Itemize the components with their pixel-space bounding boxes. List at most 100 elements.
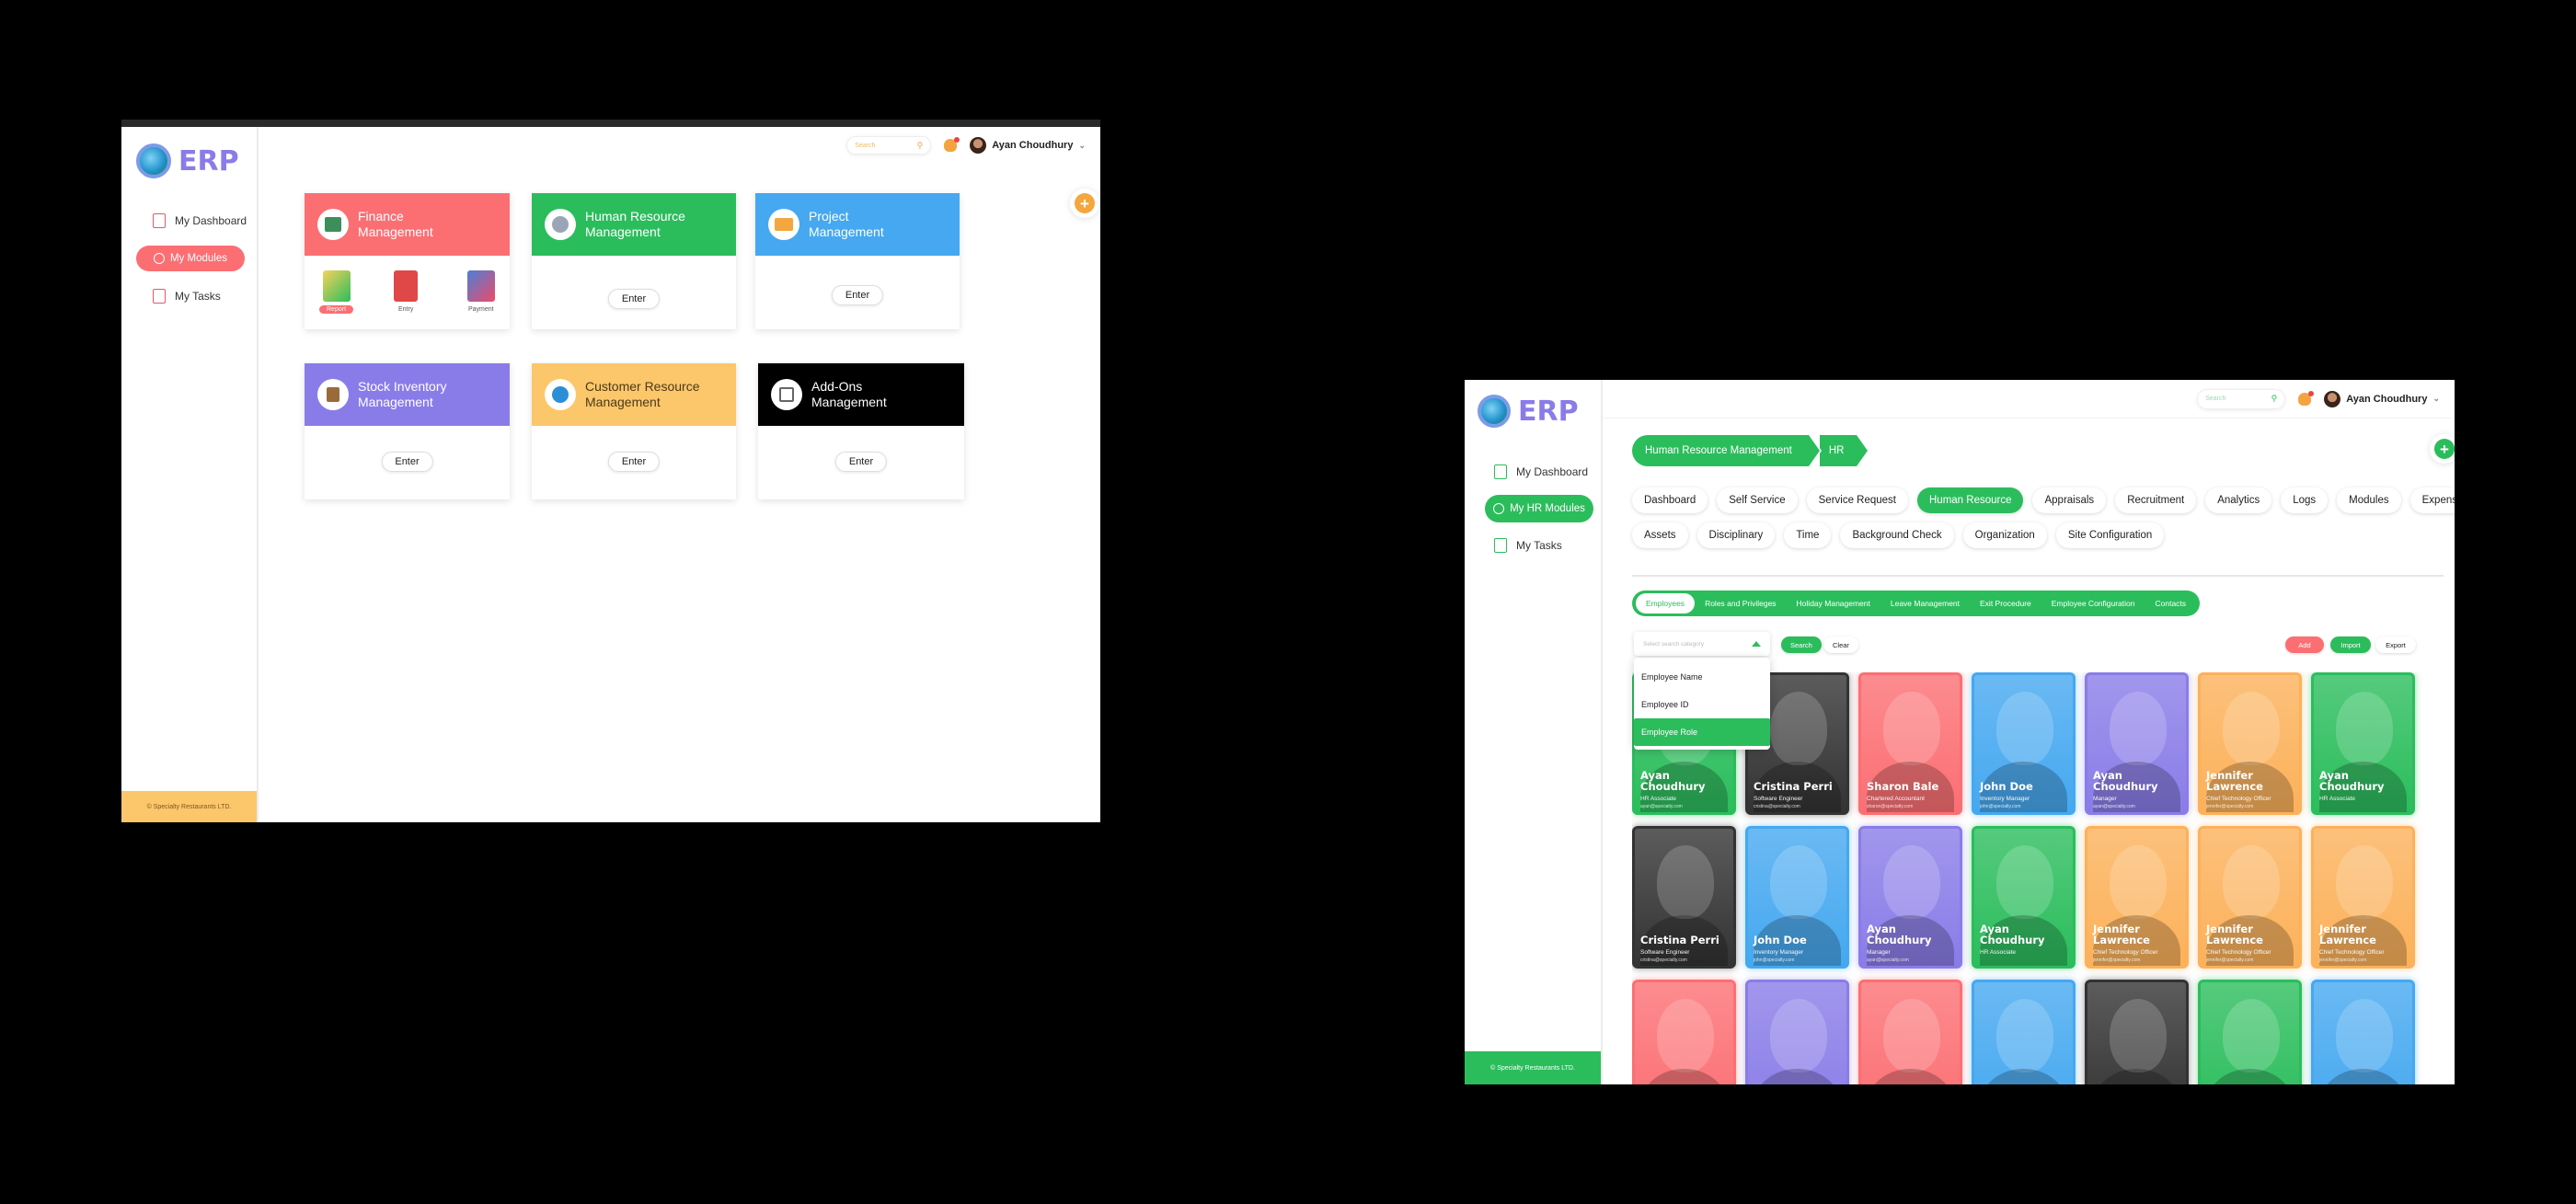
module-title: Project Management: [809, 209, 884, 239]
employee-photo: [2336, 692, 2393, 765]
sub-item-entry[interactable]: Entry: [393, 270, 419, 314]
subtab-employees[interactable]: Employees: [1636, 593, 1696, 613]
dropdown-option[interactable]: Employee ID: [1634, 691, 1770, 718]
subtab-employee-configuration[interactable]: Employee Configuration: [2041, 593, 2145, 613]
add-button[interactable]: Add: [2285, 636, 2324, 653]
employee-card[interactable]: John Doe Inventory Manager john@specialty.…: [1972, 672, 2076, 815]
tab-time[interactable]: Time: [1784, 522, 1832, 548]
employee-card[interactable]: John: [1972, 980, 2076, 1084]
tab-human-resource[interactable]: Human Resource: [1917, 487, 2024, 513]
tab-appraisals[interactable]: Appraisals: [2032, 487, 2107, 513]
enter-button[interactable]: Enter: [831, 285, 884, 305]
employee-card[interactable]: Cristina: [2085, 980, 2189, 1084]
tab-assets[interactable]: Assets: [1632, 522, 1688, 548]
employee-card[interactable]: Jennifer Lawrence Chief Technology Office…: [2198, 672, 2302, 815]
category-select[interactable]: Select search category: [1634, 632, 1770, 656]
tab-analytics[interactable]: Analytics: [2205, 487, 2272, 513]
module-card-header[interactable]: Customer Resource Management: [532, 363, 736, 426]
subtab-leave-management[interactable]: Leave Management: [1880, 593, 1970, 613]
employee-card[interactable]: Ayan Choudhury Manager ayan@specialty.com: [2085, 672, 2189, 815]
top-bar: Search ⚲ Ayan Choudhury ⌄: [1603, 380, 2455, 419]
employee-card[interactable]: Ayan Choudhury HR Associate: [1972, 826, 2076, 969]
module-card-header[interactable]: Project Management: [755, 193, 960, 256]
dropdown-option[interactable]: Employee Name: [1634, 663, 1770, 691]
employee-role: HR Associate: [1980, 949, 2017, 956]
employee-card[interactable]: Jennifer Lawrence Chief Technology Office…: [2311, 826, 2415, 969]
add-fab-button[interactable]: +: [1075, 193, 1095, 213]
employee-card[interactable]: Ayan Choudhury Manager ayan@specialty.com: [1858, 826, 1962, 969]
tab-background-check[interactable]: Background Check: [1840, 522, 1954, 548]
employee-name: Jennifer Lawrence: [2093, 923, 2150, 946]
add-fab-button[interactable]: +: [2434, 439, 2455, 459]
project-icon: [768, 209, 799, 240]
search-box[interactable]: Search ⚲: [2197, 388, 2286, 409]
enter-button[interactable]: Enter: [607, 452, 661, 472]
modules-icon: [154, 253, 165, 264]
employee-card[interactable]: Ayan: [2198, 980, 2302, 1084]
employee-card[interactable]: Jennifer Lawrence Chief Technology Office…: [2085, 826, 2189, 969]
module-card-header[interactable]: Human Resource Management: [532, 193, 736, 256]
breadcrumb-item[interactable]: HR: [1819, 435, 1857, 466]
breadcrumb-item[interactable]: Human Resource Management: [1632, 435, 1809, 466]
search-button[interactable]: Search: [1781, 636, 1822, 653]
export-button[interactable]: Export: [2375, 636, 2416, 653]
module-title: Human Resource Management: [585, 209, 685, 239]
sub-item-payment[interactable]: Payment: [463, 270, 500, 314]
subtab-exit-procedure[interactable]: Exit Procedure: [1970, 593, 2041, 613]
tab-organization[interactable]: Organization: [1962, 522, 2047, 548]
employee-card[interactable]: John Doe Inventory Manager john@specialty.…: [1745, 826, 1849, 969]
tab-self-service[interactable]: Self Service: [1717, 487, 1798, 513]
subtab-holiday-management[interactable]: Holiday Management: [1787, 593, 1880, 613]
tab-logs[interactable]: Logs: [2281, 487, 2329, 513]
module-card-header[interactable]: Add-Ons Management: [758, 363, 964, 426]
sub-item-report[interactable]: Report: [319, 270, 354, 314]
sidebar-item-my-dashboard[interactable]: My Dashboard: [153, 213, 247, 228]
employee-card[interactable]: Sharon Bale Chartered Accountant sharon@sp…: [1858, 672, 1962, 815]
globe-logo-icon: [136, 143, 171, 178]
employee-card[interactable]: Ayan: [1745, 980, 1849, 1084]
tab-service-request[interactable]: Service Request: [1806, 487, 1908, 513]
module-card-header[interactable]: Finance Management: [305, 193, 510, 256]
employee-card[interactable]: John: [2311, 980, 2415, 1084]
dropdown-option[interactable]: Employee Role: [1634, 718, 1770, 746]
tab-expenses[interactable]: Expenses: [2409, 487, 2455, 513]
employee-card[interactable]: Jennifer Lawrence Chief Technology Office…: [2198, 826, 2302, 969]
tab-site-configuration[interactable]: Site Configuration: [2055, 522, 2165, 548]
import-button[interactable]: Import: [2330, 636, 2371, 653]
tab-modules[interactable]: Modules: [2337, 487, 2401, 513]
enter-button[interactable]: Enter: [834, 452, 888, 472]
sidebar-item-my-dashboard[interactable]: My Dashboard: [1494, 464, 1588, 479]
employee-card[interactable]: Sharon: [1632, 980, 1736, 1084]
module-title: Customer Resource Management: [585, 379, 700, 409]
enter-button[interactable]: Enter: [607, 289, 661, 309]
employee-card[interactable]: Sharon: [1858, 980, 1962, 1084]
employee-photo: [1883, 999, 1940, 1072]
module-card-header[interactable]: Stock Inventory Management: [305, 363, 510, 426]
sidebar-item-my-hr-modules[interactable]: My HR Modules: [1485, 495, 1593, 522]
subtab-roles-and-privileges[interactable]: Roles and Privileges: [1695, 593, 1786, 613]
bell-icon[interactable]: [2298, 390, 2315, 406]
subtab-contacts[interactable]: Contacts: [2145, 593, 2197, 613]
search-placeholder: Search: [2205, 396, 2226, 402]
employee-card[interactable]: Cristina Perri Software Engineer cristina@…: [1632, 826, 1736, 969]
sub-item-label: Report: [319, 305, 354, 314]
clear-button[interactable]: Clear: [1823, 636, 1858, 653]
enter-button[interactable]: Enter: [381, 452, 433, 472]
employee-card[interactable]: Ayan Choudhury HR Associate: [2311, 672, 2415, 815]
employee-email: ayan@specialty.com: [1640, 804, 1683, 809]
tab-recruitment[interactable]: Recruitment: [2115, 487, 2197, 513]
tab-dashboard[interactable]: Dashboard: [1632, 487, 1708, 513]
employee-photo: [2223, 999, 2280, 1072]
sidebar-item-my-tasks[interactable]: My Tasks: [153, 289, 221, 304]
sidebar-item-my-tasks[interactable]: My Tasks: [1494, 538, 1562, 553]
bell-icon[interactable]: [944, 137, 960, 152]
user-menu[interactable]: Ayan Choudhury ⌄: [2324, 390, 2440, 407]
sidebar-item-my-modules[interactable]: My Modules: [136, 246, 245, 271]
employee-name: Ayan Choudhury: [1980, 923, 2045, 946]
tab-disciplinary[interactable]: Disciplinary: [1696, 522, 1776, 548]
sidebar-footer: © Specialty Restaurants LTD.: [121, 791, 257, 822]
search-box[interactable]: Search ⚲: [846, 136, 932, 155]
user-menu[interactable]: Ayan Choudhury ⌄: [970, 137, 1086, 154]
employee-role: Chief Technology Officer: [2206, 796, 2271, 802]
employee-photo: [1657, 845, 1714, 919]
